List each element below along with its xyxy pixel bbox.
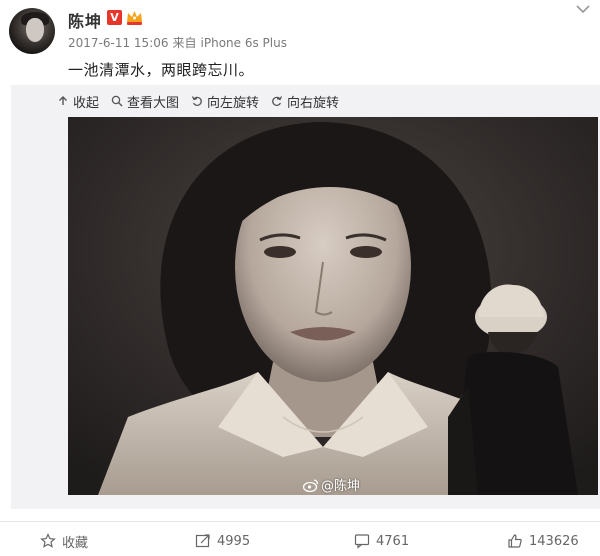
photo-art [68, 117, 598, 495]
star-icon [40, 533, 56, 548]
comment-button[interactable]: 4761 [354, 530, 409, 552]
media-toolbar: 收起 查看大图 向左旋转 向右旋转 [57, 92, 351, 111]
chevron-down-icon[interactable] [575, 3, 591, 15]
watermark-text: @陈坤 [321, 479, 361, 494]
post-text: 一池清潭水，两眼跨忘川。 [68, 61, 255, 79]
author-avatar[interactable] [9, 8, 55, 54]
author-name[interactable]: 陈坤 [68, 8, 102, 32]
member-crown-icon [127, 11, 142, 25]
weibo-logo-icon [303, 478, 319, 492]
collapse-label: 收起 [73, 95, 100, 111]
verified-badge-icon: V [107, 10, 122, 25]
collapse-button[interactable]: 收起 [57, 92, 99, 111]
post-source-prefix: 来自 [172, 36, 197, 50]
post-date[interactable]: 2017-6-11 15:06 [68, 36, 169, 50]
rotate-right-button[interactable]: 向右旋转 [271, 92, 339, 111]
rotate-left-label: 向左旋转 [207, 95, 260, 111]
repost-button[interactable]: 4995 [195, 530, 250, 552]
view-large-button[interactable]: 查看大图 [111, 92, 179, 111]
rotate-left-button[interactable]: 向左旋转 [191, 92, 259, 111]
rotate-left-icon [191, 96, 202, 106]
thumbs-up-icon [508, 534, 522, 548]
repost-count: 4995 [217, 533, 251, 549]
weibo-watermark: @陈坤 [303, 475, 360, 494]
favorite-button[interactable]: 收藏 [40, 530, 88, 552]
favorite-label: 收藏 [62, 535, 89, 551]
like-count: 143626 [529, 533, 579, 549]
footer-divider [0, 521, 600, 522]
view-large-label: 查看大图 [127, 95, 180, 111]
post-device[interactable]: iPhone 6s Plus [201, 36, 287, 50]
comment-count: 4761 [376, 533, 410, 549]
rotate-right-icon [272, 96, 283, 106]
post-photo[interactable] [68, 117, 598, 495]
like-button[interactable]: 143626 [507, 530, 579, 552]
repost-icon [195, 534, 210, 548]
magnifier-icon [111, 95, 123, 107]
avatar-face [26, 18, 44, 42]
comment-icon [354, 534, 370, 549]
post-meta: 2017-6-11 15:06 来自 iPhone 6s Plus [68, 34, 291, 51]
rotate-right-label: 向右旋转 [287, 95, 340, 111]
collapse-icon [59, 96, 67, 105]
